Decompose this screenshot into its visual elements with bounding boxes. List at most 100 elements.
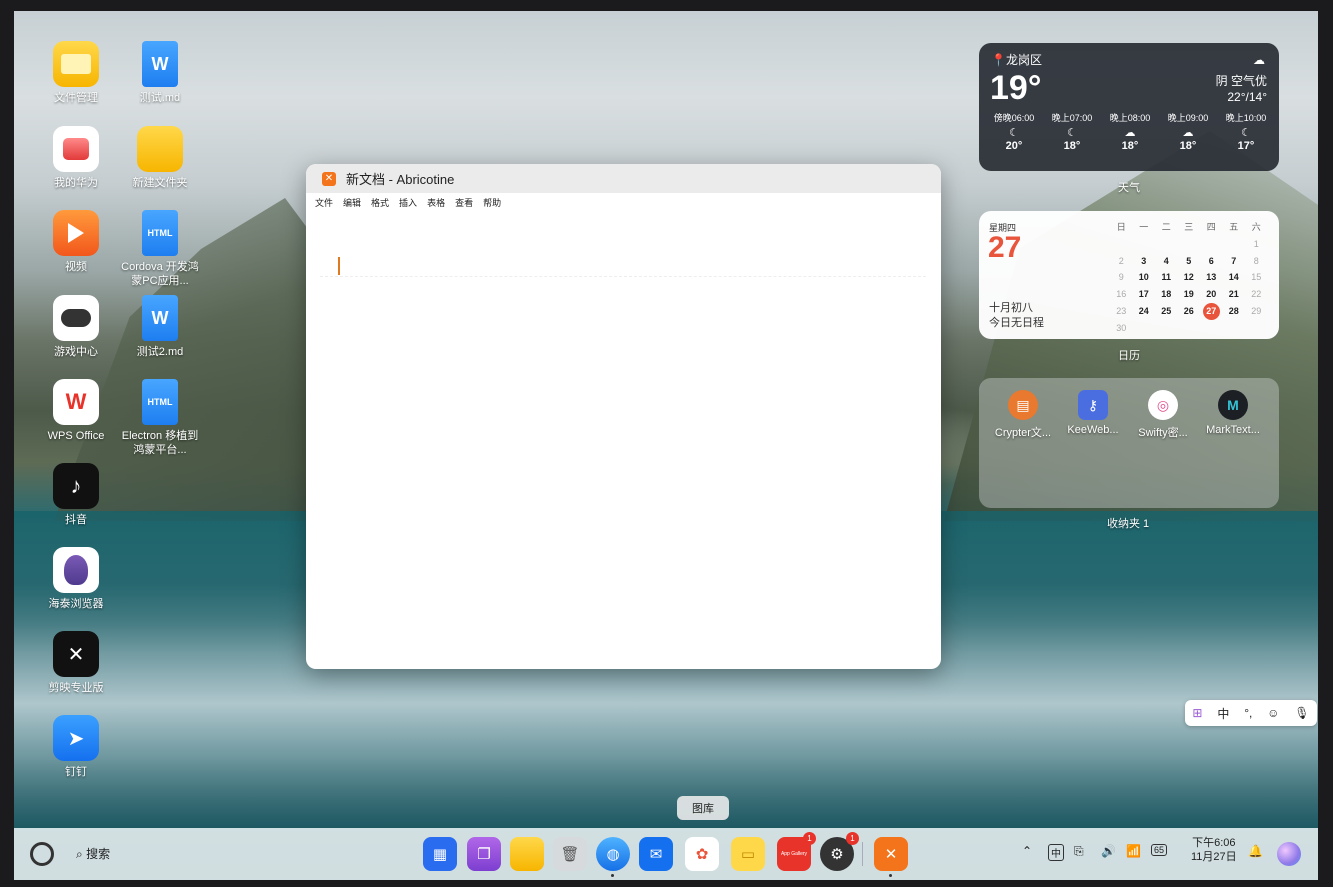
calendar-date <box>1200 236 1223 253</box>
wifi-icon[interactable]: 📶 <box>1126 844 1141 858</box>
menu-help[interactable]: 帮助 <box>483 196 501 209</box>
folder-app-keeweb[interactable]: ⚷ KeeWeb... <box>1057 390 1129 436</box>
volume-icon[interactable]: 🔊 <box>1101 844 1116 858</box>
dock-app-multitask[interactable]: ❐ <box>467 837 501 871</box>
weather-hour: 傍晚06:00 ☾ 20° <box>985 112 1043 153</box>
dock-app-wallet[interactable]: ▭ <box>731 837 765 871</box>
text-caret <box>338 257 340 275</box>
video-icon <box>53 210 99 256</box>
gear-icon: ⚙ <box>830 846 844 863</box>
calendar-date: 3 <box>1141 255 1147 266</box>
calendar-date: 21 <box>1228 289 1239 300</box>
windows-icon: ❐ <box>477 846 491 863</box>
microphone-icon[interactable]: 🎙 <box>1294 706 1309 720</box>
calendar-date <box>1110 236 1133 253</box>
dock-app-abricotine[interactable]: ✕ <box>874 837 908 877</box>
desktop-icon-my-huawei[interactable]: 我的华为 <box>36 126 116 190</box>
dock-app-mail[interactable]: ✉ <box>639 837 673 871</box>
battery-icon[interactable]: 65 <box>1151 844 1168 856</box>
desktop-icon-label: WPS Office <box>47 430 105 442</box>
abricotine-window[interactable]: ✕ 新文档 - Abricotine 文件 编辑 格式 插入 表格 查看 帮助 <box>306 164 941 669</box>
desktop-icon-label: 海泰浏览器 <box>48 598 104 610</box>
ime-logo-icon[interactable]: ⊞ <box>1192 706 1202 720</box>
assistant-orb-icon[interactable] <box>1277 842 1301 866</box>
desktop-icon-test-md[interactable]: W 测试.md <box>120 41 200 105</box>
calendar-date: 12 <box>1183 272 1194 283</box>
calendar-date: 15 <box>1251 272 1262 283</box>
calendar-widget[interactable]: 星期四 27 十月初八 今日无日程 日 一 二 三 四 五 六 12345678… <box>979 211 1279 339</box>
calendar-date: 26 <box>1183 305 1194 316</box>
folder-app-marktext[interactable]: M MarkText... <box>1197 390 1269 436</box>
desktop-icon-test2-md[interactable]: W 测试2.md <box>120 295 200 359</box>
folder-app-crypter[interactable]: ▤ Crypter文... <box>987 390 1059 440</box>
desktop-icon-capcut[interactable]: ✕ 剪映专业版 <box>36 631 116 695</box>
desktop-icon-video[interactable]: 视频 <box>36 210 116 274</box>
marktext-icon: M <box>1218 390 1248 420</box>
menu-format[interactable]: 格式 <box>371 196 389 209</box>
calendar-date: 18 <box>1161 289 1172 300</box>
desktop-icon-cordova-html[interactable]: HTML Cordova 开发鸿蒙PC应用... <box>120 210 200 288</box>
menu-insert[interactable]: 插入 <box>399 196 417 209</box>
moon-cloud-icon: ☾ <box>1009 127 1019 139</box>
desktop-icon-dingtalk[interactable]: ➤ 钉钉 <box>36 715 116 779</box>
weather-hour: 晚上08:00 ☁ 18° <box>1101 112 1159 153</box>
start-orb-icon[interactable] <box>30 842 54 866</box>
calendar-date: 19 <box>1183 289 1194 300</box>
dock-app-gallery[interactable]: ✿ <box>685 837 719 871</box>
word-doc-icon: W <box>142 41 178 87</box>
calendar-date: 20 <box>1206 289 1217 300</box>
window-titlebar[interactable]: ✕ 新文档 - Abricotine <box>306 164 941 193</box>
clock[interactable]: 下午6:06 11月27日 <box>1191 836 1237 864</box>
desktop-icon-electron-html[interactable]: HTML Electron 移植到鸿蒙平台... <box>120 379 200 457</box>
dock-tooltip: 图库 <box>677 796 729 820</box>
menu-table[interactable]: 表格 <box>427 196 445 209</box>
running-indicator <box>889 874 892 877</box>
mail-icon: ✉ <box>649 846 663 863</box>
menu-view[interactable]: 查看 <box>455 196 473 209</box>
calendar-date: 22 <box>1251 289 1262 300</box>
dock-app-trash[interactable]: 🗑 <box>553 837 587 871</box>
calendar-widget-label: 日历 <box>1118 350 1140 362</box>
desktop-icon-file-manager[interactable]: 文件管理 <box>36 41 116 105</box>
folder-app-swifty[interactable]: ◎ Swifty密... <box>1127 390 1199 440</box>
folder-widget[interactable]: ▤ Crypter文... ⚷ KeeWeb... ◎ Swifty密... M… <box>979 378 1279 508</box>
dingtalk-icon: ➤ <box>53 715 99 761</box>
dock-app-settings[interactable]: ⚙ 1 <box>820 832 859 871</box>
dock-app-launcher[interactable]: ▦ <box>423 837 457 871</box>
emoji-icon[interactable]: ☺ <box>1267 706 1279 720</box>
abricotine-icon: ✕ <box>322 171 336 186</box>
taskbar-search[interactable]: ⌕ 搜索 <box>76 845 110 862</box>
desktop-icon-browser[interactable]: 海泰浏览器 <box>36 547 116 611</box>
menu-edit[interactable]: 编辑 <box>343 196 361 209</box>
desktop-icon-game-center[interactable]: 游戏中心 <box>36 295 116 359</box>
dock-divider <box>862 842 863 866</box>
folder-icon <box>53 41 99 87</box>
desktop-icon-douyin[interactable]: ♪ 抖音 <box>36 463 116 527</box>
desktop-icon-new-folder[interactable]: 新建文件夹 <box>120 126 200 190</box>
desktop-icon-wps-office[interactable]: W WPS Office <box>36 379 116 443</box>
weather-widget[interactable]: 📍龙岗区 ☁ 19° 阴 空气优 22°/14° 傍晚06:00 ☾ 20° 晚上0… <box>979 43 1279 171</box>
cloud-icon: ☁ <box>1124 127 1136 139</box>
trash-icon: 🗑 <box>560 846 580 863</box>
dock-app-files[interactable] <box>510 837 544 871</box>
calendar-date: 9 <box>1118 272 1124 283</box>
calendar-date <box>1178 236 1201 253</box>
calendar-date: 27 <box>1202 302 1220 320</box>
ime-lang-toggle[interactable]: 中 <box>1217 705 1229 722</box>
screenshot-icon[interactable]: ⎘ <box>1074 844 1084 859</box>
bell-icon[interactable]: 🔔 <box>1248 844 1263 858</box>
keeweb-icon: ⚷ <box>1078 390 1108 420</box>
crypter-icon: ▤ <box>1008 390 1038 420</box>
calendar-date: 16 <box>1116 289 1127 300</box>
moon-cloud-icon: ☾ <box>1241 127 1251 139</box>
menu-file[interactable]: 文件 <box>315 196 333 209</box>
ime-punct-toggle[interactable]: °, <box>1244 706 1252 720</box>
desktop-icon-label: 我的华为 <box>54 177 98 189</box>
dock-app-browser[interactable]: ◍ <box>596 837 630 877</box>
ime-toolbar[interactable]: ⊞ 中 °, ☺ 🎙 <box>1185 700 1317 726</box>
dock-app-appgallery[interactable]: App Gallery 1 <box>777 832 816 871</box>
ime-indicator[interactable]: 中 <box>1048 844 1064 861</box>
editor-area[interactable] <box>320 257 926 277</box>
notification-badge: 1 <box>803 832 816 845</box>
chevron-up-icon[interactable]: ⌃ <box>1022 844 1032 858</box>
